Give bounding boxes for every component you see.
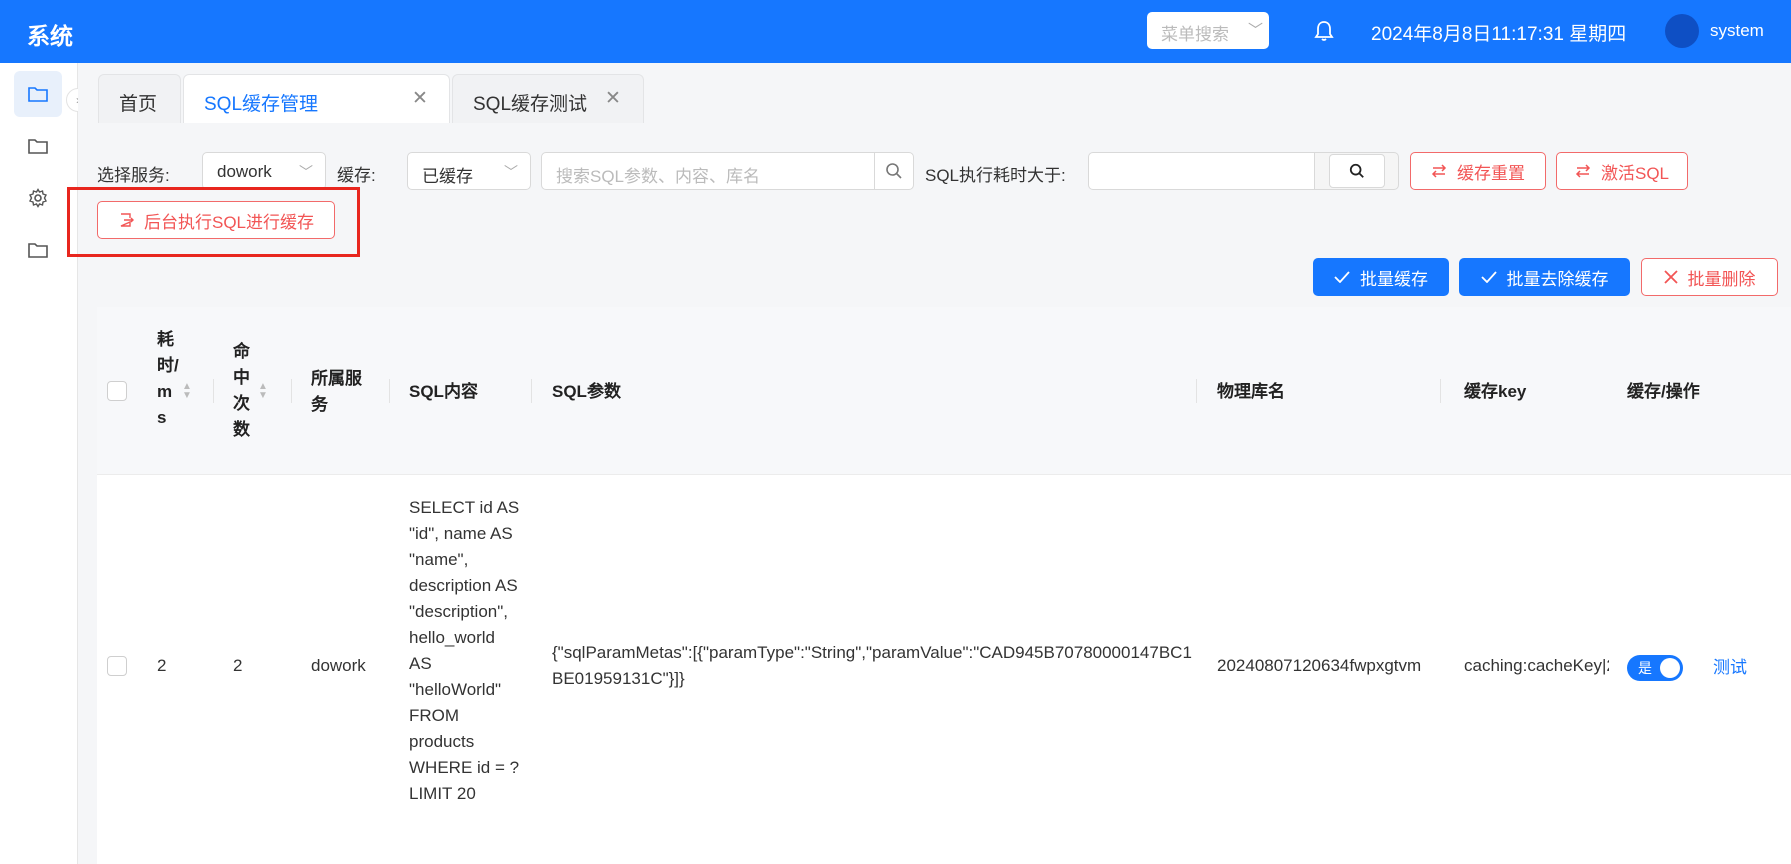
- search-submit-button[interactable]: [874, 152, 914, 190]
- th-sql-content: SQL内容: [409, 382, 478, 401]
- service-select[interactable]: dowork ﹀: [202, 152, 326, 190]
- th-separator: [1196, 379, 1197, 403]
- exec-time-input[interactable]: [1088, 152, 1316, 190]
- th-separator: [291, 379, 292, 403]
- sort-icon[interactable]: ▲ ▼: [182, 382, 192, 401]
- cell-time: 2: [157, 656, 167, 675]
- cache-label: 缓存:: [337, 166, 376, 185]
- activate-sql-label: 激活SQL: [1600, 163, 1670, 183]
- header-datetime: 2024年8月8日11:17:31 星期四: [1371, 24, 1627, 45]
- cache-select[interactable]: 已缓存 ﹀: [407, 152, 531, 190]
- chevron-down-icon: ﹀: [299, 164, 313, 180]
- exec-time-label: SQL执行耗时大于:: [925, 166, 1066, 185]
- cache-select-value: 已缓存: [422, 167, 473, 186]
- table-header: 耗时/ms ▲ ▼ 命中次数 ▲ ▼ 所属服务 SQL内容 SQL参数 物理库名 缓…: [97, 307, 1791, 475]
- cache-toggle[interactable]: 是: [1627, 655, 1683, 681]
- chevron-down-icon: ﹀: [1247, 22, 1263, 39]
- check-icon: [1480, 271, 1497, 283]
- menu-search-placeholder: 菜单搜索: [1161, 25, 1229, 44]
- cell-service: dowork: [311, 656, 366, 675]
- top-header: 系统 菜单搜索 ﹀ 2024年8月8日11:17:31 星期四 system: [0, 0, 1791, 63]
- batch-delete-label: 批量删除: [1687, 269, 1756, 289]
- sidebar-item-folder-2[interactable]: [14, 123, 62, 169]
- th-cache-ops: 缓存/操作: [1627, 382, 1700, 401]
- folder-icon: [28, 87, 48, 102]
- th-separator: [531, 379, 532, 403]
- tab-label: SQL缓存管理: [204, 94, 319, 115]
- check-icon: [1334, 271, 1350, 283]
- toggle-knob: [1660, 658, 1680, 678]
- search-icon: [1349, 163, 1364, 178]
- search-input-placeholder: 搜索SQL参数、内容、库名: [556, 167, 761, 186]
- exec-time-search-button[interactable]: [1314, 152, 1399, 190]
- reset-cache-label: 缓存重置: [1457, 163, 1525, 183]
- swap-icon: [1575, 164, 1591, 178]
- menu-search-select[interactable]: 菜单搜索 ﹀: [1147, 12, 1269, 49]
- th-separator: [213, 379, 214, 403]
- th-hits[interactable]: 命中次数: [233, 339, 253, 443]
- cell-sql-params: {"sqlParamMetas":[{"paramType":"String",…: [552, 643, 1192, 688]
- select-all-checkbox[interactable]: [107, 381, 127, 401]
- tab-sql-cache-management[interactable]: SQL缓存管理 ✕: [183, 74, 450, 123]
- background-exec-sql-label: 后台执行SQL进行缓存: [143, 212, 315, 232]
- cell-sql-content: SELECT id AS "id", name AS "name", descr…: [409, 498, 520, 803]
- bell-icon[interactable]: [1314, 19, 1334, 43]
- exec-time-search-inner: [1328, 154, 1385, 188]
- sort-icon[interactable]: ▲ ▼: [258, 382, 268, 401]
- header-username[interactable]: system: [1710, 21, 1764, 41]
- sidebar-item-folder-3[interactable]: [14, 227, 62, 273]
- th-service: 所属服务: [311, 369, 362, 414]
- cache-toggle-label: 是: [1638, 660, 1652, 676]
- close-icon[interactable]: ✕: [605, 87, 621, 110]
- search-input[interactable]: 搜索SQL参数、内容、库名: [541, 152, 875, 190]
- sidebar: [0, 63, 78, 864]
- reset-cache-button[interactable]: 缓存重置: [1410, 152, 1546, 190]
- th-time[interactable]: 耗时/ms: [157, 327, 179, 431]
- batch-uncache-button[interactable]: 批量去除缓存: [1459, 258, 1630, 296]
- cell-cache-key: caching:cacheKey|2: [1464, 656, 1609, 675]
- batch-cache-button[interactable]: 批量缓存: [1313, 258, 1449, 296]
- gear-icon: [29, 188, 47, 208]
- app-logo-title: 系统: [27, 23, 73, 49]
- tab-sql-cache-test[interactable]: SQL缓存测试 ✕: [452, 74, 644, 123]
- cell-hits: 2: [233, 656, 243, 675]
- sidebar-item-settings[interactable]: [14, 175, 62, 221]
- tab-label: 首页: [119, 94, 158, 115]
- close-icon[interactable]: ✕: [412, 87, 428, 110]
- tab-label: SQL缓存测试: [473, 94, 588, 115]
- test-link[interactable]: 测试: [1713, 653, 1747, 678]
- th-separator: [389, 379, 390, 403]
- cell-db-name: 20240807120634fwpxgtvm: [1217, 656, 1422, 675]
- export-icon: [120, 213, 134, 227]
- th-cache-key: 缓存key: [1464, 382, 1527, 401]
- th-separator: [1440, 379, 1441, 403]
- service-label: 选择服务:: [97, 166, 170, 185]
- batch-delete-button[interactable]: 批量删除: [1641, 258, 1778, 296]
- activate-sql-button[interactable]: 激活SQL: [1556, 152, 1688, 190]
- batch-cache-label: 批量缓存: [1360, 269, 1428, 289]
- folder-icon: [28, 139, 48, 154]
- folder-icon: [28, 243, 48, 258]
- th-db-name: 物理库名: [1217, 382, 1285, 401]
- tab-home[interactable]: 首页: [98, 74, 181, 123]
- table-row: 2 2 dowork SELECT id AS "id", name AS "n…: [97, 475, 1791, 864]
- close-icon: [1663, 270, 1678, 284]
- row-checkbox[interactable]: [107, 656, 127, 676]
- sidebar-item-folder-1[interactable]: [14, 71, 62, 117]
- batch-uncache-label: 批量去除缓存: [1506, 269, 1609, 289]
- swap-icon: [1431, 164, 1447, 178]
- background-exec-sql-button[interactable]: 后台执行SQL进行缓存: [97, 201, 335, 239]
- sql-cache-table: 耗时/ms ▲ ▼ 命中次数 ▲ ▼ 所属服务 SQL内容 SQL参数 物理库名 缓…: [97, 307, 1791, 864]
- search-icon: [886, 163, 902, 179]
- service-select-value: dowork: [217, 162, 272, 181]
- avatar[interactable]: [1665, 14, 1699, 48]
- chevron-down-icon: ﹀: [504, 164, 518, 180]
- th-sql-params: SQL参数: [552, 382, 621, 401]
- tab-bar: 首页 SQL缓存管理 ✕ SQL缓存测试 ✕: [78, 63, 1791, 123]
